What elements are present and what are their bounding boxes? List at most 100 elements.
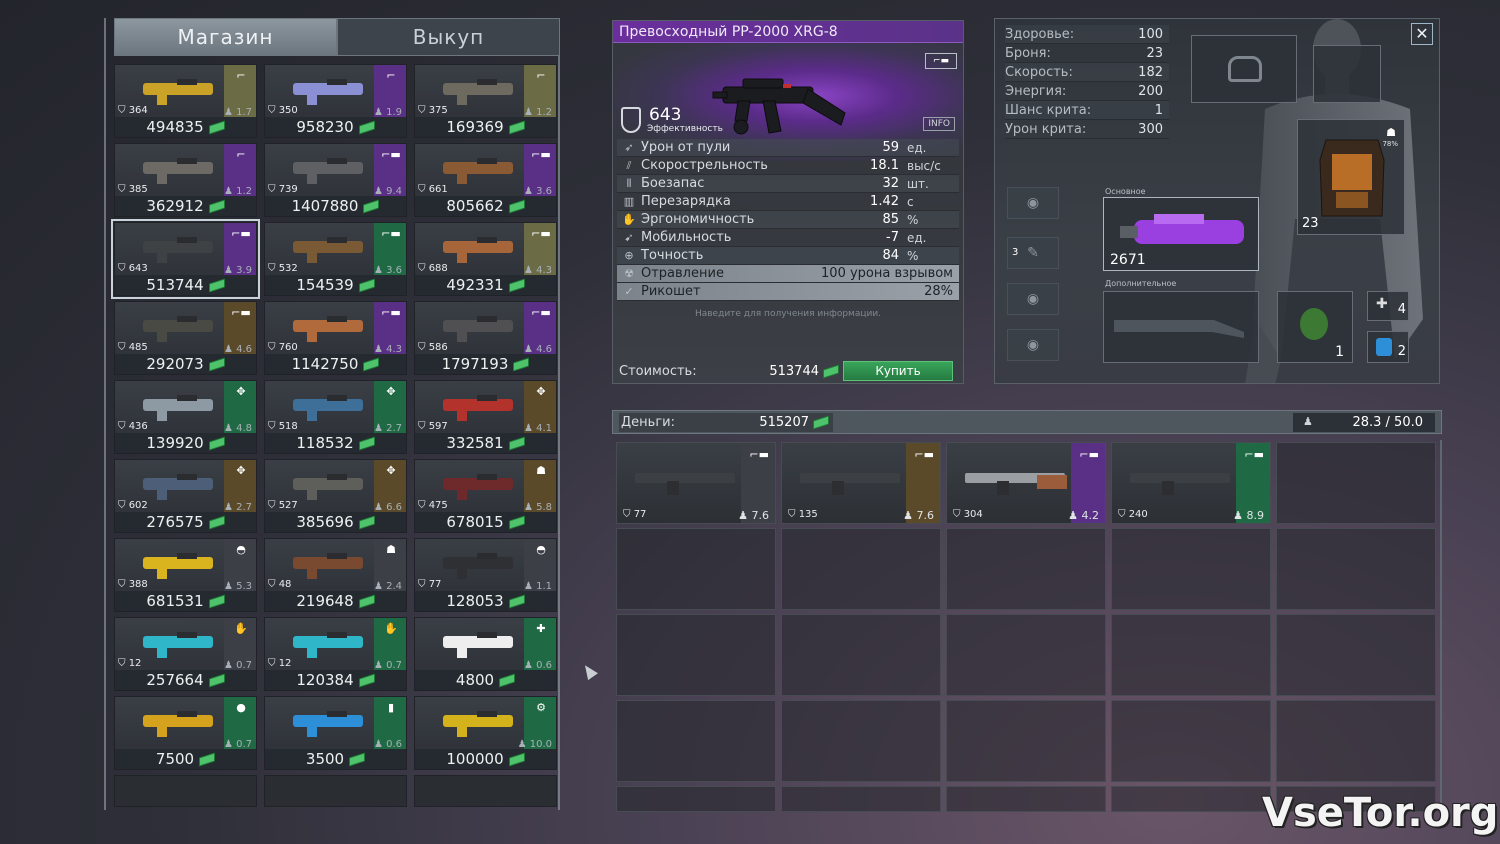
shop-item[interactable]: ⌐▬ ⛉ 485 ♟ 4.6 292073 [114, 301, 257, 375]
close-button[interactable]: ✕ [1411, 23, 1433, 45]
shop-item[interactable]: ✋ ⛉ 12 ♟ 0.7 257664 [114, 617, 257, 691]
shop-item[interactable]: ⌐▬ ⛉ 643 ♟ 3.9 513744 [111, 219, 260, 299]
empty-shop-slot[interactable] [264, 775, 407, 807]
item-title: Превосходный PP-2000 XRG-8 [613, 21, 963, 43]
shop-item[interactable]: ⌐▬ ⛉ 532 ♟ 3.6 154539 [264, 222, 407, 296]
inventory-empty-cell[interactable] [616, 614, 776, 696]
item-efficiency: ⛉ 597 [418, 421, 448, 432]
inventory-empty-cell[interactable] [616, 786, 776, 812]
shop-item[interactable]: ◓ ⛉ 77 ♟ 1.1 128053 [414, 538, 557, 612]
inventory-empty-cell[interactable] [1111, 528, 1271, 610]
inventory-empty-cell[interactable] [1276, 614, 1436, 696]
rifle-icon: ⌐▬ [381, 227, 401, 240]
shop-item[interactable]: ✥ ⛉ 597 ♟ 4.1 332581 [414, 380, 557, 454]
shop-item[interactable]: ✥ ⛉ 436 ♟ 4.8 139920 [114, 380, 257, 454]
primary-weapon-slot[interactable]: 2671 [1103, 197, 1259, 271]
item-image [293, 711, 363, 737]
shop-item[interactable]: ⌐ ⛉ 364 ♟ 1.7 494835 [114, 64, 257, 138]
inventory-empty-cell[interactable] [1276, 442, 1436, 524]
price-bar: 494835 [115, 117, 256, 137]
helmet-slot[interactable] [1191, 35, 1297, 103]
cash-icon [208, 435, 225, 451]
price-bar: 958230 [265, 117, 406, 137]
item-efficiency: ⛉ 385 [118, 184, 148, 195]
hand-icon: ✋ [622, 213, 636, 226]
shop-item[interactable]: ✥ ⛉ 527 ♟ 6.6 385696 [264, 459, 407, 533]
mask-slot[interactable] [1313, 45, 1381, 103]
shop-item[interactable]: ⌐ ⛉ 375 ♟ 1.2 169369 [414, 64, 557, 138]
info-button[interactable]: INFO [923, 117, 955, 131]
item-image [143, 395, 213, 421]
shop-item[interactable]: ⌐▬ ⛉ 586 ♟ 4.6 1797193 [414, 301, 557, 375]
launcher-icon: ✥ [236, 464, 246, 477]
inventory-empty-cell[interactable] [1111, 700, 1271, 782]
inventory-item[interactable]: ⌐▬ ⛉ 77 ♟ 7.6 [616, 442, 776, 524]
hover-hint: Наведите для получения информации. [694, 309, 882, 319]
shop-item[interactable]: ⌐▬ ⛉ 688 ♟ 4.3 492331 [414, 222, 557, 296]
inventory-empty-cell[interactable] [616, 528, 776, 610]
inventory-item[interactable]: ⌐▬ ⛉ 304 ♟ 4.2 [946, 442, 1106, 524]
item-price: 1407880 [291, 197, 359, 215]
side-slot-3[interactable]: ◉ [1007, 283, 1059, 315]
item-image [293, 316, 363, 342]
shop-item[interactable]: ⌐ ⛉ 350 ♟ 1.9 958230 [264, 64, 407, 138]
inventory-empty-cell[interactable] [946, 700, 1106, 782]
shop-item[interactable]: ☗ ⛉ 48 ♟ 2.4 219648 [264, 538, 407, 612]
shop-item[interactable]: ▮ ♟ 0.6 3500 [264, 696, 407, 770]
inventory-empty-cell[interactable] [781, 528, 941, 610]
shop-item[interactable]: ⌐▬ ⛉ 760 ♟ 4.3 1142750 [264, 301, 407, 375]
shop-item[interactable]: ✚ ♟ 0.6 4800 [414, 617, 557, 691]
shop-item[interactable]: ◓ ⛉ 388 ♟ 5.3 681531 [114, 538, 257, 612]
medkit-slot[interactable]: ✚ 4 [1367, 291, 1409, 321]
shop-item[interactable]: ⌐ ⛉ 385 ♟ 1.2 362912 [114, 143, 257, 217]
battery-slot[interactable]: 2 [1367, 331, 1409, 363]
inventory-empty-cell[interactable] [781, 786, 941, 812]
item-efficiency: ⛉ 77 [418, 579, 442, 590]
inventory-empty-cell[interactable] [1111, 786, 1271, 812]
item-image [443, 316, 513, 342]
side-slot-1[interactable]: ◉ [1007, 187, 1059, 219]
cash-icon [208, 356, 225, 372]
item-efficiency: ⛉ 527 [268, 500, 298, 511]
inventory-item[interactable]: ⌐▬ ⛉ 240 ♟ 8.9 [1111, 442, 1271, 524]
inventory-empty-cell[interactable] [781, 700, 941, 782]
stat-row: ⦀ Боезапас 32 шт. [617, 175, 959, 193]
item-image [800, 473, 900, 495]
inventory-empty-cell[interactable] [946, 528, 1106, 610]
shop-item[interactable]: ✥ ⛉ 602 ♟ 2.7 276575 [114, 459, 257, 533]
tab-buyback[interactable]: Выкуп [337, 18, 560, 56]
inventory-empty-cell[interactable] [1276, 700, 1436, 782]
secondary-weapon-slot[interactable] [1103, 291, 1259, 363]
inventory-scrollbar[interactable] [1440, 440, 1442, 812]
item-efficiency: ⛉ 48 [268, 579, 292, 590]
item-price: 385696 [296, 513, 354, 531]
empty-shop-slot[interactable] [414, 775, 557, 807]
armor-slot[interactable]: ☗ 78% 23 [1297, 119, 1405, 235]
inventory-empty-cell[interactable] [946, 614, 1106, 696]
inventory-item[interactable]: ⌐▬ ⛉ 135 ♟ 7.6 [781, 442, 941, 524]
side-slot-2[interactable]: 3 ✎ [1007, 237, 1059, 269]
shop-item[interactable]: ✥ ⛉ 518 ♟ 2.7 118532 [264, 380, 407, 454]
shop-item[interactable]: ⚙ ♟ 10.0 100000 [414, 696, 557, 770]
grenade-slot[interactable]: 1 [1277, 291, 1353, 363]
shop-item[interactable]: ⌐▬ ⛉ 661 ♟ 3.6 805662 [414, 143, 557, 217]
empty-shop-slot[interactable] [114, 775, 257, 807]
buy-button[interactable]: Купить [843, 361, 953, 381]
shop-item[interactable]: ⌐▬ ⛉ 739 ♟ 9.4 1407880 [264, 143, 407, 217]
tab-shop[interactable]: Магазин [114, 18, 337, 56]
shop-item[interactable]: ● ♟ 0.7 7500 [114, 696, 257, 770]
item-price: 362912 [146, 197, 204, 215]
shop-item[interactable]: ✋ ⛉ 12 ♟ 0.7 120384 [264, 617, 407, 691]
inventory-empty-cell[interactable] [781, 614, 941, 696]
inventory-empty-cell[interactable] [1111, 614, 1271, 696]
inventory-empty-cell[interactable] [946, 786, 1106, 812]
side-slot-4[interactable]: ◉ [1007, 329, 1059, 361]
stats-table: ➶ Урон от пули 59 ед. ⫽ Скорострельность 18.1… [617, 139, 959, 301]
inventory-empty-cell[interactable] [616, 700, 776, 782]
inventory-empty-cell[interactable] [1276, 528, 1436, 610]
price-bar: 385696 [265, 512, 406, 532]
rifle-icon: ⌐▬ [925, 53, 957, 69]
shop-item[interactable]: ☗ ⛉ 475 ♟ 5.8 678015 [414, 459, 557, 533]
helmet-icon [1228, 56, 1262, 82]
item-price: 292073 [146, 355, 204, 373]
